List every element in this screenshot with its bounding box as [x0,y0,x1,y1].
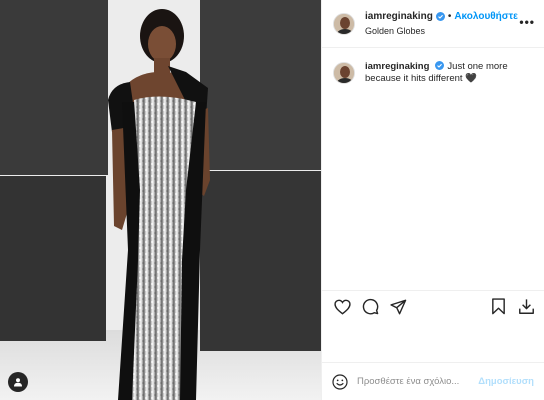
like-button[interactable] [332,297,352,317]
follow-button[interactable]: Ακολουθήστε [454,11,518,23]
download-icon [518,299,534,314]
separator-dot: • [447,10,452,22]
user-icon [14,378,22,387]
emoji-icon[interactable] [332,373,348,390]
heart-icon [333,299,351,315]
caption: iamreginaking Just one more because it h… [322,48,544,85]
post-sidebar: iamreginaking • Ακολουθήστε Golden Globe… [321,0,544,400]
bookmark-icon [491,298,505,315]
avatar-image [334,13,354,34]
avatar[interactable] [333,12,355,35]
download-button[interactable] [516,297,536,317]
username-link[interactable]: iamreginaking [365,11,433,23]
paper-plane-icon [389,299,406,314]
save-button[interactable] [488,297,508,317]
verified-badge-icon [435,61,445,70]
caption-text: iamreginaking Just one more because it h… [365,61,515,85]
caption-username-link[interactable]: iamreginaking [365,61,429,72]
post-comment-button[interactable]: Δημοσίευση [478,376,534,387]
action-bar [322,290,544,322]
tagged-users-button[interactable] [8,372,28,392]
share-button[interactable] [388,297,408,317]
comment-icon [362,298,378,315]
comment-input[interactable] [357,376,467,387]
comment-button[interactable] [360,297,380,317]
avatar-image [334,63,354,83]
post-photo[interactable] [0,0,321,400]
post-header-info: iamreginaking • Ακολουθήστε Golden Globe… [365,11,518,37]
more-options-button[interactable]: ••• [519,16,535,28]
black-heart-emoji: 🖤 [465,73,478,84]
caption-avatar[interactable] [333,62,355,84]
comment-bar: Δημοσίευση [322,362,544,400]
post-header: iamreginaking • Ακολουθήστε Golden Globe… [322,0,544,48]
post-image [0,0,321,400]
verified-badge-icon [435,12,445,21]
location-link[interactable]: Golden Globes [365,26,518,37]
